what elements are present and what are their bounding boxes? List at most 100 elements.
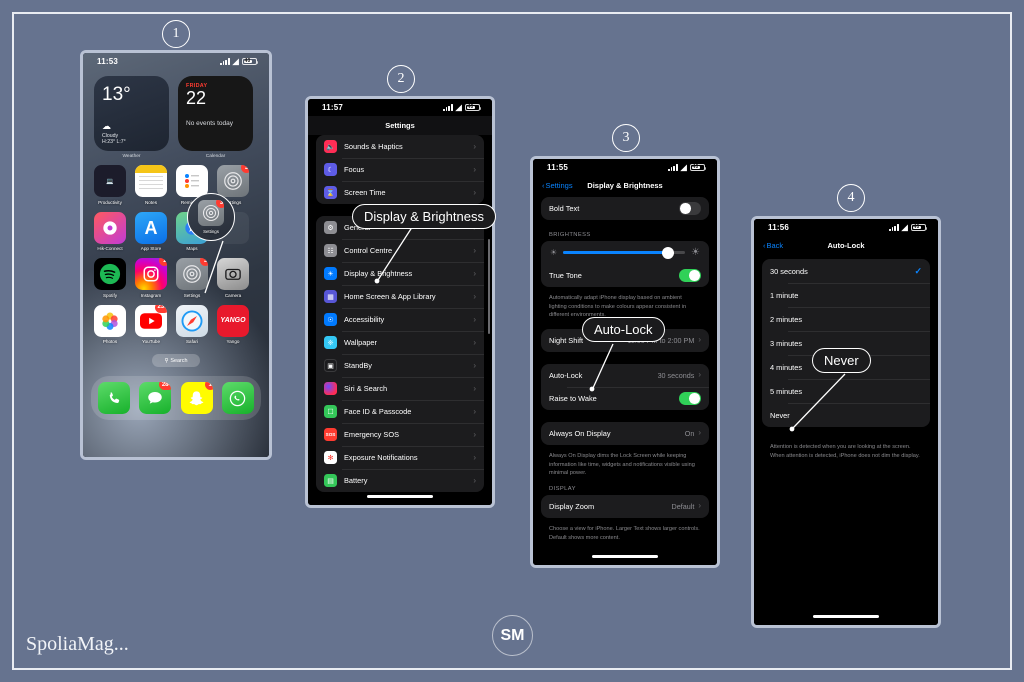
- app-instagram[interactable]: 1 Instagram: [135, 258, 167, 298]
- sidebar-item-exposure-notifications[interactable]: ✻ Exposure Notifications ›: [316, 446, 484, 469]
- row-auto-lock[interactable]: Auto-Lock 30 seconds ›: [541, 364, 709, 387]
- slider-knob[interactable]: [661, 246, 674, 259]
- back-button[interactable]: ‹ Settings: [542, 181, 573, 190]
- row-label: Screen Time: [344, 188, 386, 197]
- sidebar-item-face-id[interactable]: ☐ Face ID & Passcode ›: [316, 400, 484, 423]
- true-tone-toggle[interactable]: [679, 269, 701, 282]
- brightness-icon: ☀: [324, 267, 337, 280]
- brightness-high-icon: ☀: [691, 247, 700, 258]
- weather-high-low: H:23° L:7°: [102, 139, 126, 145]
- chevron-right-icon: ›: [473, 475, 476, 485]
- chevron-right-icon: ›: [473, 187, 476, 197]
- widget-row: 13° ☁ Cloudy H:23° L:7° FRIDAY 22 No eve…: [83, 70, 269, 151]
- calendar-widget-label: Calendar: [205, 154, 226, 159]
- callout-auto-lock: Auto-Lock: [582, 317, 665, 342]
- app-label: Spotify: [102, 292, 118, 298]
- battery-icon: 40: [690, 163, 707, 172]
- search-button[interactable]: ⚲ Search: [152, 354, 200, 367]
- option-5-minutes[interactable]: 5 minutes: [762, 379, 930, 403]
- display-zoom-value: Default: [671, 501, 695, 511]
- settings-group-1: 🔈 Sounds & Haptics › ☾ Focus › ⌛ Screen …: [316, 135, 484, 204]
- option-never[interactable]: Never: [762, 403, 930, 427]
- callout-display-brightness: Display & Brightness: [352, 204, 496, 229]
- sidebar-item-siri-search[interactable]: Siri & Search ›: [316, 377, 484, 400]
- chevron-right-icon: ›: [473, 164, 476, 174]
- scrollbar[interactable]: [487, 239, 490, 334]
- settings-magnifier-highlight[interactable]: 3 Settings: [187, 193, 235, 241]
- app-yango[interactable]: YANGO Yango: [217, 304, 249, 344]
- row-bold-text[interactable]: Bold Text: [541, 197, 709, 220]
- chevron-right-icon: ›: [473, 383, 476, 393]
- option-30-seconds[interactable]: 30 seconds ✓: [762, 259, 930, 283]
- sidebar-item-control-centre[interactable]: ☷ Control Centre ›: [316, 239, 484, 262]
- search-icon: ⚲: [164, 357, 169, 364]
- cloud-icon: ☁: [102, 121, 111, 131]
- always-on-value: On: [684, 428, 695, 438]
- app-settings[interactable]: 3 Settings: [176, 258, 208, 298]
- step-badge-4: 4: [837, 184, 865, 212]
- cellular-signal-icon: [889, 224, 899, 231]
- app-label: Safari: [185, 339, 198, 344]
- raise-to-wake-toggle[interactable]: [679, 391, 701, 405]
- row-raise-to-wake[interactable]: Raise to Wake: [541, 386, 709, 410]
- row-label: Battery: [344, 476, 368, 485]
- bold-text-toggle[interactable]: [679, 202, 701, 215]
- app-photos[interactable]: Photos: [94, 304, 126, 344]
- sidebar-item-screen-time[interactable]: ⌛ Screen Time ›: [316, 181, 484, 204]
- chevron-right-icon: ›: [473, 452, 476, 462]
- calendar-widget[interactable]: FRIDAY 22 No events today: [178, 76, 253, 151]
- row-display-zoom[interactable]: Display Zoom Default ›: [541, 495, 709, 518]
- home-indicator: [813, 615, 879, 618]
- app-youtube[interactable]: 230 YouTube: [135, 304, 167, 344]
- reminders-icon: [176, 165, 208, 197]
- sidebar-item-emergency-sos[interactable]: SOS Emergency SOS ›: [316, 423, 484, 446]
- app-spotify[interactable]: Spotify: [94, 258, 126, 298]
- battery-icon: 40: [242, 57, 259, 66]
- sidebar-item-accessibility[interactable]: ☉ Accessibility ›: [316, 308, 484, 331]
- app-label: Maps: [186, 246, 198, 251]
- option-label: 3 minutes: [770, 338, 803, 348]
- phone2-screen: 11:57 ◢ 40 Settings 🔈 Sounds & Haptics ›…: [308, 99, 492, 505]
- sidebar-item-standby[interactable]: ▣ StandBy ›: [316, 354, 484, 377]
- brightness-low-icon: ☀: [550, 248, 558, 257]
- photos-icon: [94, 304, 126, 337]
- chevron-left-icon: ‹: [542, 181, 545, 190]
- chevron-right-icon: ›: [473, 406, 476, 416]
- dock-app-whatsapp[interactable]: WhatsApp: [221, 382, 254, 414]
- brightness-slider[interactable]: [563, 246, 686, 259]
- app-safari[interactable]: Safari: [176, 304, 208, 344]
- app-productivity[interactable]: 💻 Productivity: [94, 165, 126, 205]
- back-label: Back: [766, 241, 784, 250]
- weather-widget-label: Weather: [122, 154, 141, 159]
- true-tone-footer: Automatically adapt iPhone display based…: [549, 295, 687, 319]
- wifi-icon: ◢: [232, 56, 239, 66]
- row-label: Exposure Notifications: [344, 453, 418, 462]
- phone-screenshot-3-display-brightness: 11:55 ◢ 40 ‹ Settings Display & Brightne…: [530, 156, 720, 568]
- sidebar-item-display-brightness[interactable]: ☀ Display & Brightness ›: [316, 262, 484, 285]
- back-button[interactable]: ‹ Back: [763, 241, 783, 250]
- row-always-on-display[interactable]: Always On Display On ›: [541, 422, 709, 445]
- auto-lock-group: Auto-Lock 30 seconds › Raise to Wake: [541, 363, 709, 410]
- sidebar-item-battery[interactable]: ▤ Battery ›: [316, 469, 484, 492]
- row-true-tone[interactable]: True Tone: [541, 264, 709, 287]
- dock-app-phone[interactable]: Phone: [98, 382, 130, 414]
- option-2-minutes[interactable]: 2 minutes: [762, 307, 930, 331]
- settings-icon: 3: [198, 200, 224, 227]
- row-label: Display Zoom: [549, 501, 595, 511]
- app-app-store[interactable]: A App Store: [135, 211, 167, 251]
- sidebar-item-sounds-haptics[interactable]: 🔈 Sounds & Haptics ›: [316, 135, 484, 158]
- sidebar-item-wallpaper[interactable]: ❊ Wallpaper ›: [316, 331, 484, 354]
- sidebar-item-home-screen[interactable]: ▦ Home Screen & App Library ›: [316, 285, 484, 308]
- row-label: Auto-Lock: [549, 370, 583, 380]
- battery-icon: 40: [911, 223, 928, 232]
- app-notes[interactable]: Notes: [135, 165, 167, 205]
- app-camera[interactable]: Camera: [217, 258, 249, 298]
- option-1-minute[interactable]: 1 minute: [762, 283, 930, 307]
- dock-app-snapchat[interactable]: 1 Snapchat: [180, 382, 213, 414]
- brightness-slider-row[interactable]: ☀ ☀: [541, 241, 709, 264]
- app-label: Photos: [102, 339, 118, 344]
- app-hik-connect[interactable]: Hik-Connect: [94, 211, 126, 251]
- sidebar-item-focus[interactable]: ☾ Focus ›: [316, 158, 484, 181]
- dock-app-messages[interactable]: 284 Messages: [139, 382, 172, 414]
- weather-widget[interactable]: 13° ☁ Cloudy H:23° L:7°: [94, 76, 169, 151]
